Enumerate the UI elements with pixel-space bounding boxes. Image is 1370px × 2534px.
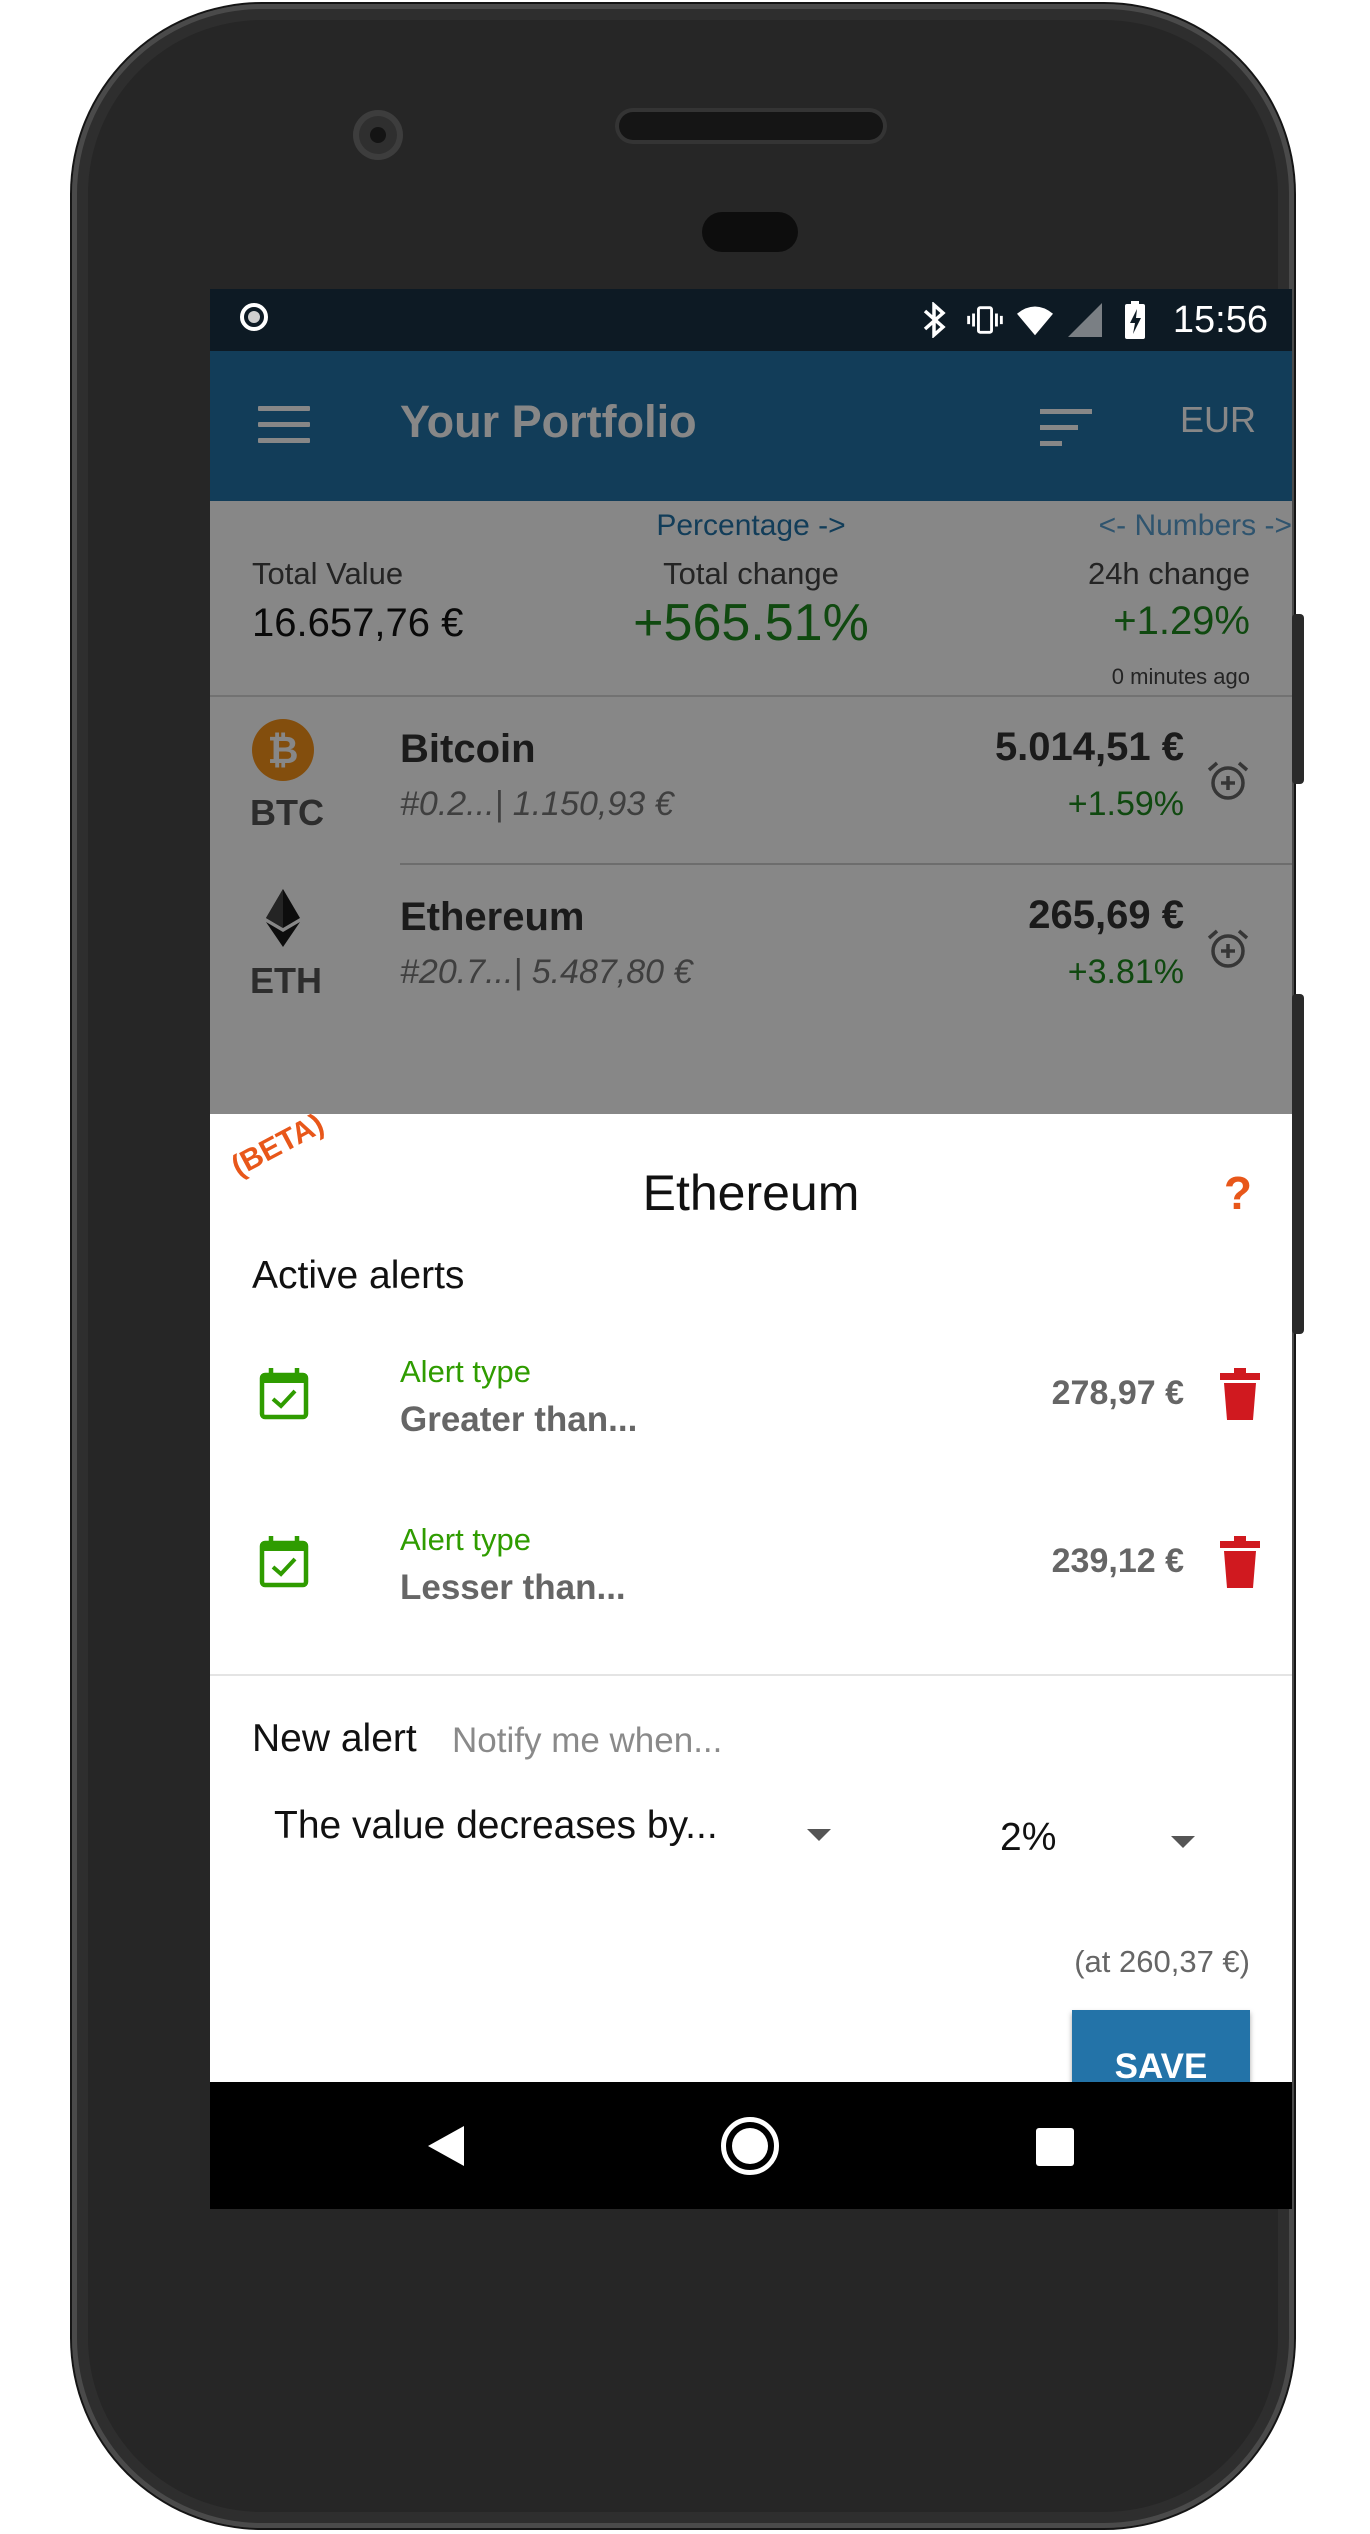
earpiece-speaker (619, 112, 883, 140)
active-alerts-heading: Active alerts (252, 1254, 465, 1297)
front-camera (353, 110, 403, 160)
calendar-check-icon (258, 1534, 310, 1588)
help-icon[interactable]: ? (1224, 1166, 1252, 1220)
alert-type-label: Alert type (400, 1354, 531, 1389)
volume-button (1292, 994, 1304, 1334)
alert-type-label: Alert type (400, 1522, 531, 1557)
home-icon[interactable] (721, 2117, 779, 2175)
sheet-divider (210, 1674, 1292, 1676)
target-value: (at 260,37 €) (1074, 1944, 1250, 1979)
phone-frame: 15:56 Your Portfolio EUR Percentage -> <… (72, 4, 1304, 2528)
delete-alert-icon[interactable] (1220, 1368, 1260, 1420)
delete-alert-icon[interactable] (1220, 1536, 1260, 1588)
proximity-sensor (702, 212, 798, 252)
bluetooth-icon (917, 302, 953, 338)
wifi-icon (1016, 302, 1053, 338)
back-icon[interactable] (428, 2126, 464, 2166)
alert-item: Alert type Greater than... 278,97 € (210, 1324, 1292, 1474)
status-time: 15:56 (1172, 298, 1268, 341)
calendar-check-icon (258, 1366, 310, 1420)
alert-sheet: (BETA) Ethereum ? Active alerts Alert ty… (210, 1107, 1292, 2124)
system-nav-bar (210, 2082, 1292, 2209)
modal-scrim[interactable] (210, 351, 1292, 1114)
status-bar: 15:56 (210, 289, 1292, 351)
chevron-down-icon[interactable] (807, 1829, 831, 1841)
condition-select[interactable]: The value decreases by... (274, 1804, 718, 1848)
vibrate-icon (967, 302, 1003, 338)
battery-charging-icon (1117, 301, 1153, 339)
chevron-down-icon[interactable] (1171, 1836, 1195, 1848)
notify-hint: Notify me when... (452, 1721, 723, 1760)
new-alert-heading: New alert (252, 1717, 417, 1760)
percent-select[interactable]: 2% (1000, 1816, 1056, 1860)
alert-value: 278,97 € (1051, 1374, 1184, 1412)
screen-record-icon (240, 303, 268, 331)
alert-condition: Lesser than... (400, 1568, 626, 1607)
alert-item: Alert type Lesser than... 239,12 € (210, 1492, 1292, 1642)
power-button (1292, 614, 1304, 784)
alert-value: 239,12 € (1051, 1542, 1184, 1580)
recents-icon[interactable] (1036, 2128, 1074, 2166)
sheet-title: Ethereum (642, 1165, 860, 1221)
screen: 15:56 Your Portfolio EUR Percentage -> <… (210, 289, 1292, 2209)
alert-condition: Greater than... (400, 1400, 638, 1439)
cell-signal-icon (1067, 302, 1103, 338)
